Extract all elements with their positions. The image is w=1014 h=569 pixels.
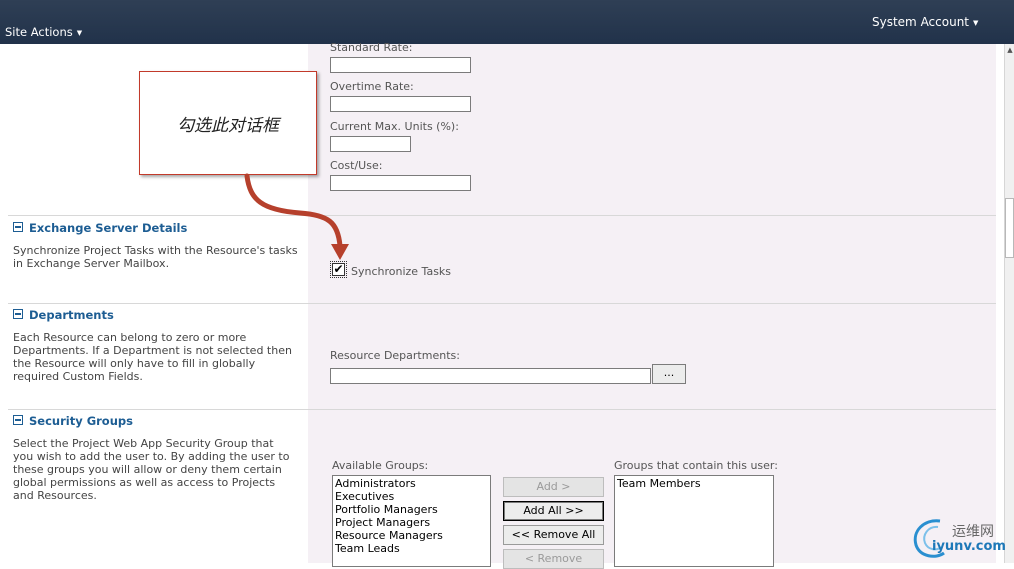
watermark-logo: 运维网 iyunv.com (910, 515, 1010, 560)
watermark-top-text: 运维网 (952, 524, 994, 540)
watermark-bottom-text: iyunv.com (932, 539, 1006, 554)
annotation-arrow-icon (244, 173, 349, 260)
